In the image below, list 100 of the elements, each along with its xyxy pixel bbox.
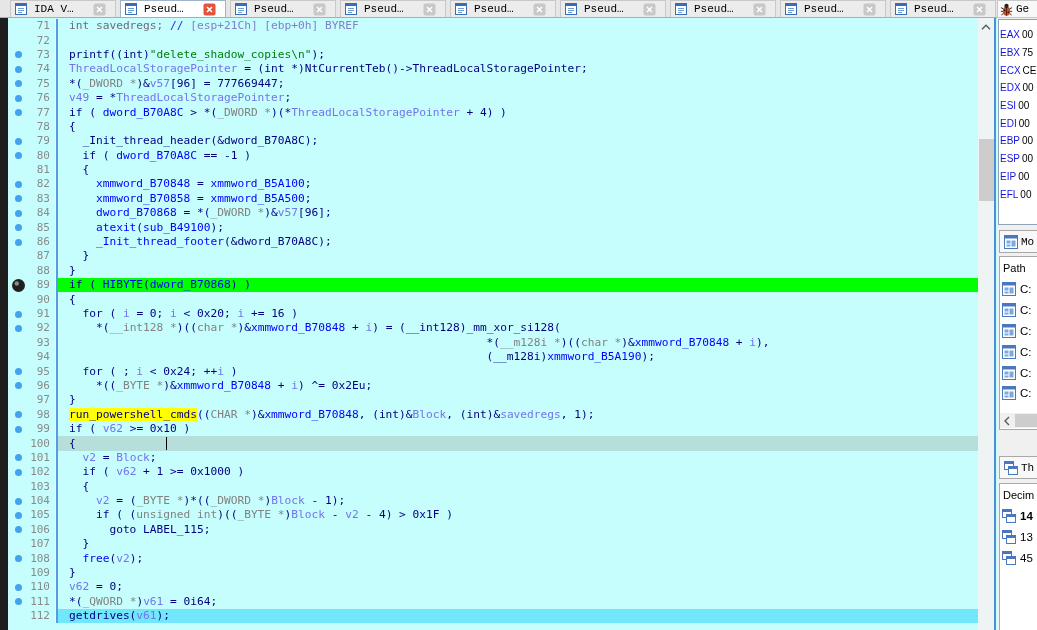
close-icon[interactable] — [423, 2, 436, 16]
line-number: 91 — [35, 307, 50, 321]
scrollbar-thumb[interactable] — [1015, 414, 1037, 427]
dot-icon[interactable] — [14, 310, 22, 318]
register-name: ESI — [1000, 100, 1017, 112]
dot-icon[interactable] — [14, 497, 22, 505]
code-line: { — [69, 292, 76, 307]
line-number: 105 — [29, 508, 50, 523]
code-line: atexit(sub_B49100); — [95, 220, 224, 235]
list-item[interactable]: C: — [1000, 362, 1037, 383]
code-line: v2 = (_BYTE *)*((_DWORD *)Block - 1); — [95, 494, 346, 509]
code-line: for ( i = 0; i < 0x20; i += 16 ) — [82, 307, 299, 321]
column-header[interactable]: Decim — [1000, 484, 1037, 506]
dot-icon[interactable] — [14, 181, 22, 188]
code-line: { — [69, 436, 76, 451]
dot-icon[interactable] — [14, 382, 22, 390]
dot-icon[interactable] — [14, 94, 22, 102]
horizontal-scrollbar[interactable] — [1000, 413, 1037, 428]
code-line: *((_BYTE *)&xmmword_B70848 + i) ^= 0x2Eu; — [95, 378, 373, 393]
register-name: ESP — [1000, 153, 1020, 165]
tab[interactable]: Pseud… — [780, 0, 886, 17]
line-number: 85 — [35, 220, 50, 235]
dot-icon[interactable] — [14, 411, 22, 419]
dot-icon[interactable] — [14, 324, 22, 332]
close-icon[interactable] — [313, 2, 326, 16]
scrollbar[interactable] — [978, 18, 994, 630]
tab[interactable]: Pseud… — [340, 0, 446, 17]
code-line: if ( HIBYTE(dword_B70868) ) — [69, 278, 251, 293]
tab[interactable]: Pseud… — [120, 0, 226, 17]
document-icon — [784, 2, 798, 16]
register-value: 00 — [1018, 117, 1030, 129]
dot-icon[interactable] — [14, 238, 22, 246]
close-icon[interactable] — [973, 2, 986, 16]
list-item[interactable]: C: — [1000, 279, 1037, 300]
dot-icon[interactable] — [14, 209, 22, 217]
register-name: EAX — [1000, 29, 1020, 41]
dot-icon[interactable] — [14, 598, 22, 606]
tab[interactable]: IDA V… — [10, 0, 116, 17]
sphere-icon[interactable] — [11, 278, 25, 292]
register-name: ECX — [1000, 64, 1021, 76]
dot-icon[interactable] — [14, 468, 22, 476]
dot-icon[interactable] — [14, 195, 22, 203]
dot-icon[interactable] — [14, 51, 22, 59]
dot-icon[interactable] — [14, 511, 22, 519]
text-cursor — [166, 437, 167, 450]
window-tab[interactable]: Ge — [997, 0, 1037, 18]
line-number: 92 — [35, 321, 50, 336]
code-line: int savedregs; // [esp+21Ch] [ebp+0h] BYREF — [69, 19, 359, 34]
close-icon[interactable] — [643, 2, 656, 16]
panel-tab[interactable]: Th — [999, 456, 1037, 479]
document-icon — [454, 2, 468, 16]
register-value: 00 — [1020, 188, 1032, 200]
scrollbar-thumb[interactable] — [978, 139, 994, 201]
code-line: *(__m128i *)((char *)&xmmword_B70848 + i), — [486, 335, 770, 350]
code-line: v62 = 0; — [69, 580, 123, 595]
list-item[interactable]: C: — [1000, 341, 1037, 363]
dot-icon[interactable] — [14, 109, 22, 117]
code-line: ThreadLocalStoragePointer = (int *)NtCurrentTeb()->ThreadLocalStoragePointer; — [69, 62, 588, 77]
close-icon[interactable] — [93, 2, 106, 16]
list-item[interactable]: C: — [1000, 320, 1037, 342]
list-item[interactable]: C: — [1000, 299, 1037, 321]
close-icon[interactable] — [753, 2, 766, 16]
chevron-up-icon[interactable] — [981, 24, 991, 30]
line-number: 107 — [29, 537, 50, 552]
list-item[interactable]: 13 — [1000, 526, 1037, 548]
list-item[interactable]: 14 — [1000, 506, 1037, 527]
line-number: 99 — [35, 422, 50, 437]
close-icon[interactable] — [863, 2, 876, 16]
list-item[interactable]: 45 — [1000, 547, 1037, 569]
chevron-left-icon[interactable] — [1004, 415, 1010, 426]
windows-icon — [1002, 509, 1016, 524]
close-icon[interactable] — [203, 2, 216, 16]
dot-icon[interactable] — [14, 454, 22, 462]
panel-tab[interactable]: Mo — [999, 230, 1037, 253]
line-number: 90 — [35, 292, 50, 307]
line-number: 102 — [29, 465, 50, 480]
close-icon[interactable] — [533, 2, 546, 16]
document-icon — [124, 2, 138, 16]
tab[interactable]: Pseud… — [670, 0, 776, 17]
code-line: _Init_thread_footer(&dword_B70A8C); — [95, 235, 332, 250]
code-line: } — [69, 566, 76, 581]
tab[interactable]: Pseud… — [450, 0, 556, 17]
tab[interactable]: Pseud… — [890, 0, 996, 17]
dot-icon[interactable] — [14, 137, 22, 145]
list-item[interactable]: C: — [1000, 383, 1037, 404]
line-number: 110 — [29, 580, 50, 595]
dot-icon[interactable] — [14, 583, 22, 591]
dot-icon[interactable] — [14, 555, 22, 563]
dot-icon[interactable] — [14, 224, 22, 232]
dot-icon[interactable] — [14, 368, 22, 376]
tab[interactable]: Pseud… — [560, 0, 666, 17]
dot-icon[interactable] — [14, 152, 22, 160]
dot-icon[interactable] — [14, 80, 22, 88]
line-number: 81 — [35, 163, 50, 178]
code-line: (__m128i)xmmword_B5A190); — [486, 350, 655, 365]
column-header[interactable]: Path — [1000, 257, 1037, 279]
dot-icon[interactable] — [14, 526, 22, 534]
dot-icon[interactable] — [14, 425, 22, 433]
tab[interactable]: Pseud… — [230, 0, 336, 17]
dot-icon[interactable] — [14, 65, 22, 73]
